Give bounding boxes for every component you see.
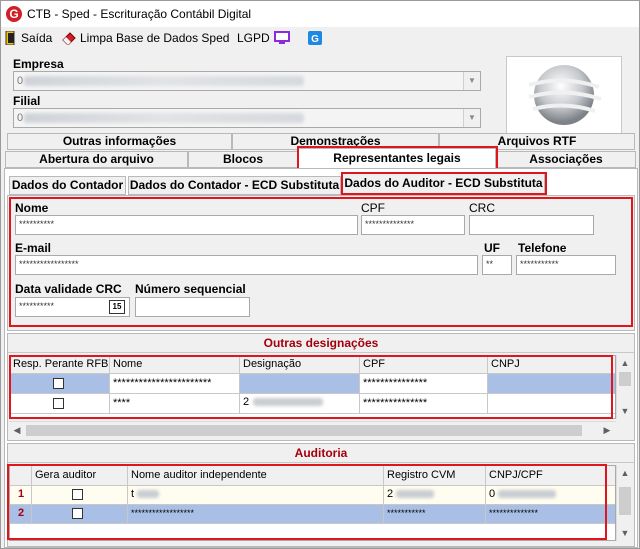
cpf-input[interactable]: ************** (361, 215, 465, 235)
chevron-down-icon: ▼ (463, 109, 480, 127)
door-exit-icon (5, 31, 15, 45)
scroll-right-icon[interactable]: ▶ (599, 422, 615, 438)
tab-blocos[interactable]: Blocos (188, 151, 298, 168)
calendar-icon[interactable]: 15 (109, 300, 125, 314)
app-logo-icon: G (6, 6, 22, 22)
email-input[interactable]: ***************** (15, 255, 478, 275)
empresa-label: Empresa (13, 57, 64, 71)
empresa-select[interactable]: 0 ▼ (13, 71, 481, 91)
uf-label: UF (484, 241, 500, 255)
scroll-up-icon[interactable]: ▲ (617, 355, 633, 371)
telefone-label: Telefone (518, 241, 567, 255)
filial-select[interactable]: 0 ▼ (13, 108, 481, 128)
auditoria-vertical-scrollbar[interactable]: ▲ ▼ (616, 465, 633, 541)
scroll-thumb[interactable] (26, 425, 582, 436)
nome-label: Nome (15, 201, 49, 215)
crc-input[interactable] (469, 215, 594, 235)
data-validade-label: Data validade CRC (15, 282, 122, 296)
outras-horizontal-scrollbar[interactable]: ◀ ▶ (9, 421, 616, 438)
exit-button[interactable]: Saída (5, 30, 52, 46)
sped-logo-icon: G (308, 31, 322, 45)
toolbar: Saída Limpa Base de Dados Sped LGPD G (1, 27, 639, 49)
filial-label: Filial (13, 94, 41, 108)
main-window: G CTB - Sped - Escrituração Contábil Dig… (0, 0, 640, 549)
clear-database-label: Limpa Base de Dados Sped (80, 31, 230, 45)
monitor-icon (274, 31, 290, 44)
eraser-icon (62, 32, 76, 45)
lgpd-button[interactable]: LGPD (237, 30, 270, 46)
lgpd-label: LGPD (237, 31, 270, 45)
highlight-auditor-subtab (341, 172, 547, 195)
chevron-down-icon: ▼ (463, 72, 480, 90)
scroll-thumb[interactable] (619, 372, 631, 386)
sped-button[interactable]: G (308, 30, 322, 46)
tab-outras-informacoes[interactable]: Outras informações (7, 133, 232, 150)
cpf-label: CPF (361, 201, 385, 215)
scroll-thumb[interactable] (619, 487, 631, 515)
clear-database-button[interactable]: Limpa Base de Dados Sped (62, 30, 229, 46)
subtab-dados-contador[interactable]: Dados do Contador (9, 176, 126, 195)
scroll-down-icon[interactable]: ▼ (617, 525, 633, 541)
outras-vertical-scrollbar[interactable]: ▲ ▼ (616, 355, 633, 419)
uf-input[interactable]: ** (482, 255, 512, 275)
crc-label: CRC (469, 201, 495, 215)
scroll-up-icon[interactable]: ▲ (617, 465, 633, 481)
tab-abertura-arquivo[interactable]: Abertura do arquivo (5, 151, 188, 168)
subtab-contador-ecd-substituta[interactable]: Dados do Contador - ECD Substituta (128, 176, 341, 195)
highlight-representantes-tab (297, 146, 498, 170)
outras-designacoes-title: Outras designações (8, 334, 634, 353)
auditoria-title: Auditoria (8, 444, 634, 463)
numero-sequencial-input[interactable] (135, 297, 250, 317)
scroll-left-icon[interactable]: ◀ (9, 422, 25, 438)
filial-value: 0 (17, 112, 24, 124)
highlight-outras-grid (9, 355, 613, 419)
nome-input[interactable]: ********** (15, 215, 358, 235)
window-title: CTB - Sped - Escrituração Contábil Digit… (27, 7, 252, 21)
globe-logo-icon (528, 65, 602, 125)
highlight-auditoria-grid (7, 464, 607, 540)
company-logo (506, 56, 622, 134)
scroll-down-icon[interactable]: ▼ (617, 403, 633, 419)
exit-label: Saída (21, 31, 53, 45)
telefone-input[interactable]: *********** (516, 255, 616, 275)
email-label: E-mail (15, 241, 52, 255)
title-bar: G CTB - Sped - Escrituração Contábil Dig… (1, 1, 639, 27)
empresa-value: 0 (17, 75, 24, 87)
numero-sequencial-label: Número sequencial (135, 282, 246, 296)
tab-associacoes[interactable]: Associações (496, 151, 636, 168)
monitor-button[interactable] (274, 30, 290, 46)
svg-text:G: G (311, 34, 319, 45)
